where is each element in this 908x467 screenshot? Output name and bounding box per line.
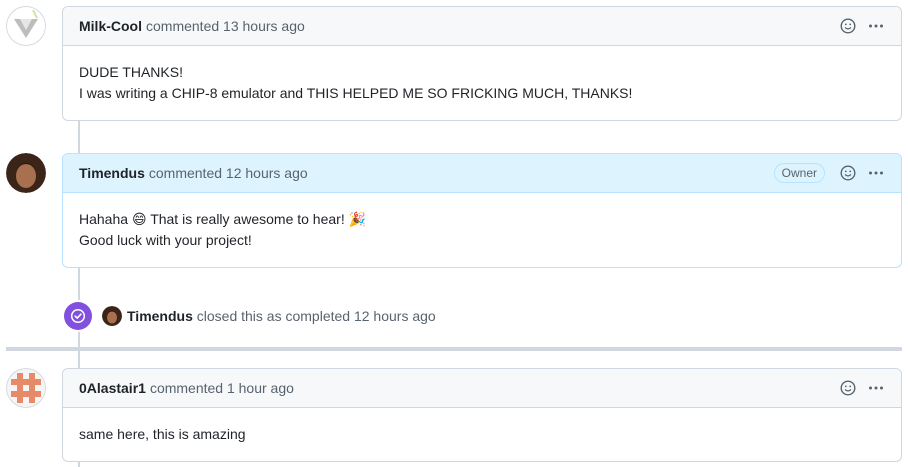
comment-body: DUDE THANKS! I was writing a CHIP-8 emul… [63,46,901,120]
comment-text: Hahaha [79,211,129,227]
comment-author[interactable]: Timendus [79,165,145,181]
avatar-milk-cool[interactable] [6,6,46,46]
comment-text: DUDE THANKS! [79,64,183,80]
smiley-icon[interactable] [839,17,857,35]
kebab-horizontal-icon[interactable] [867,379,885,397]
comment-header: Timendus commented 12 hours ago Owner [63,154,901,193]
comment-card: 0Alastair1 commented 1 hour ago same her… [62,368,902,462]
comment-body: same here, this is amazing [63,408,901,461]
comment-text-line: Hahaha 😄 That is really awesome to hear!… [79,209,885,230]
comment-author[interactable]: Milk-Cool [79,18,142,34]
avatar-0alastair1[interactable] [6,368,46,408]
comment-card: Timendus commented 12 hours ago Owner Ha… [62,153,902,268]
timeline-event-closed: Timendus closed this as completed 12 hou… [64,302,436,330]
grinning-emoji: 😄 [131,211,147,227]
comment-timestamp[interactable]: commented 1 hour ago [150,380,294,396]
comment-author[interactable]: 0Alastair1 [79,380,146,396]
avatar-timendus[interactable] [6,153,46,193]
event-actor[interactable]: Timendus [127,308,193,324]
timeline-separator [6,347,902,351]
event-text[interactable]: closed this as completed 12 hours ago [197,308,436,324]
comment-text: Good luck with your project! [79,232,252,248]
smiley-icon[interactable] [839,379,857,397]
smiley-icon[interactable] [839,164,857,182]
party-popper-emoji: 🎉 [348,211,367,227]
comment-timestamp[interactable]: commented 13 hours ago [146,18,305,34]
kebab-horizontal-icon[interactable] [867,164,885,182]
comment-timestamp[interactable]: commented 12 hours ago [149,165,308,181]
comment-text: That is really awesome to hear! [150,211,345,227]
check-circle-icon [64,302,92,330]
comment-header: Milk-Cool commented 13 hours ago [63,7,901,46]
kebab-horizontal-icon[interactable] [867,17,885,35]
comment-text: I was writing a CHIP-8 emulator and THIS… [79,85,633,101]
timeline-line [78,351,80,369]
comment-text: same here, this is amazing [79,426,246,442]
comment-header: 0Alastair1 commented 1 hour ago [63,369,901,408]
comment-card: Milk-Cool commented 13 hours ago DUDE TH… [62,6,902,121]
timeline-line [78,120,80,154]
event-description: Timendus closed this as completed 12 hou… [127,308,436,324]
owner-badge: Owner [773,163,825,183]
comment-body: Hahaha 😄 That is really awesome to hear!… [63,193,901,267]
avatar-timendus-small[interactable] [102,306,122,326]
